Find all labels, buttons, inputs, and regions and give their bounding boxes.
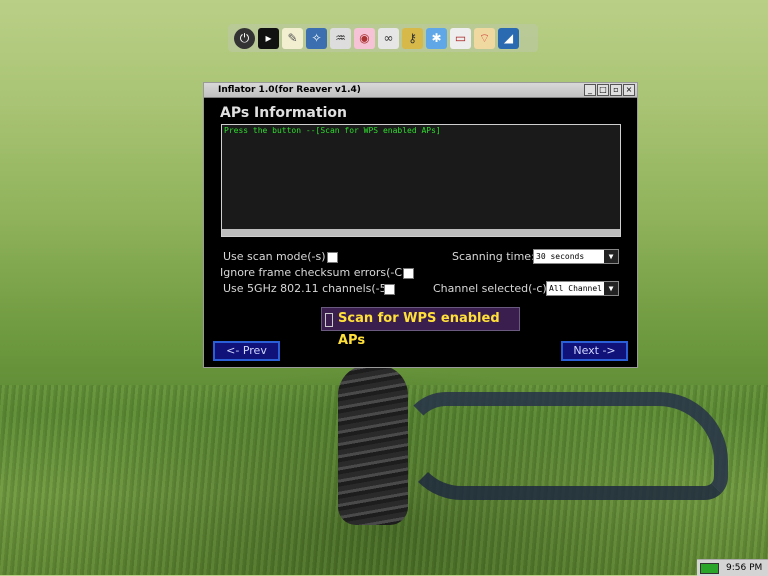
app-dock: ⏻ ▸ ✎ ✧ ♒ ◉ ∞ ⚷ ✱ ▭ ⌔ ◢ bbox=[228, 24, 538, 52]
horizontal-scrollbar[interactable] bbox=[222, 229, 620, 236]
log-text: Press the button --[Scan for WPS enabled… bbox=[224, 126, 441, 135]
window-titlebar[interactable]: Inflator 1.0(for Reaver v1.4) _ □ ▫ × bbox=[204, 83, 637, 98]
scanning-time-label: Scanning time: bbox=[452, 250, 535, 263]
ap-log-textarea[interactable]: Press the button --[Scan for WPS enabled… bbox=[221, 124, 621, 237]
scan-mode-label: Use scan mode(-s) bbox=[223, 250, 326, 263]
audio-icon[interactable]: ♒ bbox=[330, 27, 351, 49]
network-manager-icon[interactable]: ∞ bbox=[378, 27, 399, 49]
wifi-icon[interactable]: ⌔ bbox=[474, 27, 495, 49]
scan-wps-label: Scan for WPS enabled APs bbox=[338, 311, 500, 348]
scanning-time-value: 30 seconds bbox=[536, 252, 585, 261]
close-icon[interactable]: × bbox=[623, 84, 635, 96]
ignore-checksum-label: Ignore frame checksum errors(-C) bbox=[220, 266, 407, 279]
terminal-icon[interactable]: ▸ bbox=[258, 27, 279, 49]
scan-mode-checkbox[interactable] bbox=[327, 252, 338, 263]
system-tray: 9:56 PM bbox=[697, 559, 768, 576]
use-5ghz-checkbox[interactable] bbox=[384, 284, 395, 295]
bluetooth-icon[interactable]: ✱ bbox=[426, 27, 447, 49]
text-editor-icon[interactable]: ✎ bbox=[282, 27, 303, 49]
prev-button[interactable]: <- Prev bbox=[213, 341, 280, 361]
battery-icon[interactable] bbox=[700, 562, 719, 574]
wallpaper-snake-tail bbox=[400, 392, 728, 500]
channel-value: All Channel bbox=[549, 284, 602, 293]
chevron-down-icon: ▼ bbox=[604, 250, 618, 263]
wireshark-icon[interactable]: ◢ bbox=[498, 27, 519, 49]
restore-icon[interactable]: ▫ bbox=[610, 84, 622, 96]
section-title: APs Information bbox=[220, 105, 347, 121]
use-5ghz-label: Use 5GHz 802.11 channels(-5) bbox=[223, 282, 391, 295]
display-icon[interactable]: ▭ bbox=[450, 27, 471, 49]
clock[interactable]: 9:56 PM bbox=[726, 563, 762, 573]
key-icon[interactable]: ⚷ bbox=[402, 27, 423, 49]
minimize-icon[interactable]: _ bbox=[584, 84, 596, 96]
window-title: Inflator 1.0(for Reaver v1.4) bbox=[218, 85, 361, 95]
power-icon[interactable]: ⏻ bbox=[234, 27, 255, 49]
chevron-down-icon: ▼ bbox=[604, 282, 618, 295]
scanning-time-select[interactable]: 30 seconds ▼ bbox=[533, 249, 619, 264]
button-indicator-icon bbox=[325, 313, 333, 327]
inflator-window: Inflator 1.0(for Reaver v1.4) _ □ ▫ × AP… bbox=[203, 82, 638, 368]
tools-icon[interactable]: ✧ bbox=[306, 27, 327, 49]
wallpaper-snake bbox=[338, 365, 408, 525]
channel-select[interactable]: All Channel ▼ bbox=[546, 281, 619, 296]
channel-label: Channel selected(-c): bbox=[433, 282, 551, 295]
media-icon[interactable]: ◉ bbox=[354, 27, 375, 49]
scan-wps-button[interactable]: Scan for WPS enabled APs bbox=[321, 307, 520, 348]
window-controls: _ □ ▫ × bbox=[584, 84, 635, 96]
maximize-icon[interactable]: □ bbox=[597, 84, 609, 96]
ignore-checksum-checkbox[interactable] bbox=[403, 268, 414, 279]
next-button[interactable]: Next -> bbox=[561, 341, 628, 361]
